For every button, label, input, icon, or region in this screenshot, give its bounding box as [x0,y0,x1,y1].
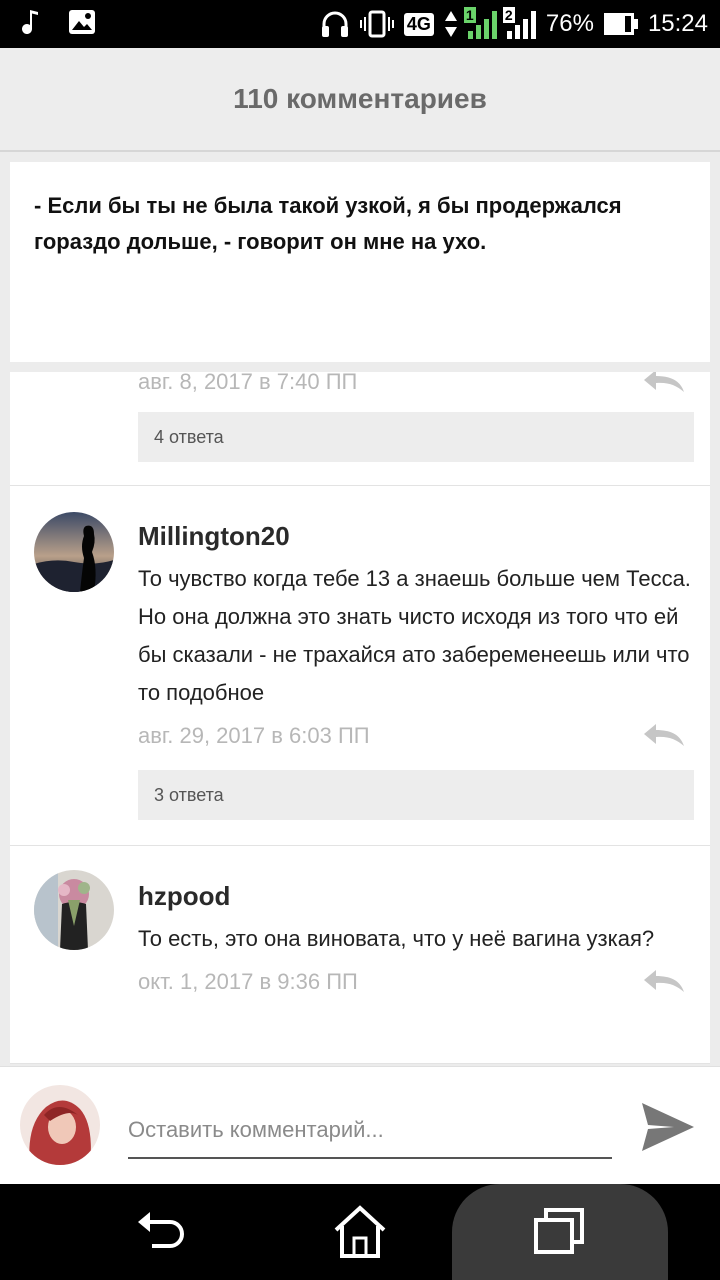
home-icon[interactable] [330,1204,390,1260]
avatar[interactable] [34,512,114,592]
system-nav-bar [0,1184,720,1280]
replies-toggle[interactable]: 3 ответа [138,770,694,820]
back-icon[interactable] [130,1204,190,1260]
reply-icon[interactable] [642,722,686,748]
clock: 15:24 [647,10,708,37]
app-header: 110 комментариев [0,48,720,152]
comment-text: То чувство когда тебе 13 а знаешь больше… [138,566,691,705]
sim1-label: 1 [463,7,476,23]
comment-date: авг. 29, 2017 в 6:03 ПП [138,723,370,748]
comment-input[interactable] [128,1103,612,1159]
comment-author[interactable]: hzpood [138,878,694,914]
avatar [20,1085,100,1165]
comment-date: окт. 1, 2017 в 9:36 ПП [138,969,358,994]
quoted-paragraph-card: - Если бы ты не была такой узкой, я бы п… [10,162,710,362]
vibrate-icon [359,9,394,39]
comment-meta: авг. 29, 2017 в 6:03 ПП [138,716,694,756]
sim2-label: 2 [502,7,515,23]
quoted-paragraph-text: - Если бы ты не была такой узкой, я бы п… [34,193,622,254]
comment-meta: авг. 8, 2017 в 7:40 ПП [138,372,694,402]
image-icon [68,9,96,35]
send-icon[interactable] [640,1101,696,1153]
signal-icon-sim2: 2 [502,7,536,39]
comment-item: Millington20 То чувство когда тебе 13 а … [10,486,710,846]
comment-item: авг. 8, 2017 в 7:40 ПП 4 ответа [10,372,710,486]
reply-icon[interactable] [642,372,686,394]
reply-icon[interactable] [642,968,686,994]
comment-composer [0,1066,720,1184]
comment-meta: окт. 1, 2017 в 9:36 ПП [138,962,694,1002]
comments-list[interactable]: авг. 8, 2017 в 7:40 ПП 4 ответа Millingt… [10,372,710,1064]
data-arrows-icon [444,9,458,39]
status-bar: 4G 1 2 76% 15:24 [0,0,720,48]
replies-toggle[interactable]: 4 ответа [138,412,694,462]
comment-date: авг. 8, 2017 в 7:40 ПП [138,372,358,394]
comment-item: hzpood То есть, это она виновата, что у … [10,846,710,1064]
battery-percent: 76% [545,10,594,37]
avatar[interactable] [34,870,114,950]
recent-apps-icon[interactable] [530,1204,590,1260]
comment-author[interactable]: Millington20 [138,518,694,554]
headphones-icon [320,9,350,39]
page-title: 110 комментариев [233,83,487,114]
battery-icon [603,13,638,35]
music-note-icon [20,8,44,36]
signal-icon-sim1: 1 [463,7,497,39]
network-type-badge: 4G [403,12,434,36]
comment-text: То есть, это она виновата, что у неё ваг… [138,926,655,951]
